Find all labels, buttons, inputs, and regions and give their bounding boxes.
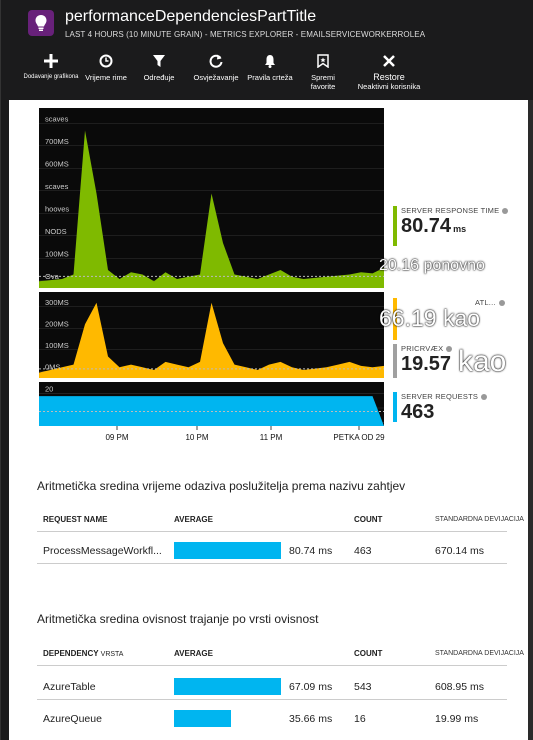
metrics-chart[interactable]: scaves 700MS 600MS scaves hooves NODS 100MS Ova…	[9, 100, 528, 727]
section-title-dependencies: Aritmetička sredina ovisnost trajanje po…	[37, 612, 319, 626]
cell-average: 67.09 ms	[289, 681, 333, 693]
cell-stddev: 670.14 ms	[435, 545, 485, 557]
table-row[interactable]: ProcessMessageWorkfl... 80.74 ms 463 670…	[37, 536, 507, 564]
cell-average: 80.74 ms	[289, 545, 333, 557]
metric-server-response-time[interactable]: SERVER RESPONSE TIME 80.74 ms	[393, 206, 523, 246]
cell-count: 16	[354, 713, 366, 725]
cell-average: 35.66 ms	[289, 713, 333, 725]
blade-header: performanceDependenciesPartTitle LAST 4 …	[1, 0, 533, 104]
metrics-blade: performanceDependenciesPartTitle LAST 4 …	[0, 0, 533, 740]
average-bar	[174, 542, 281, 559]
info-icon	[481, 394, 488, 401]
scrollbar[interactable]	[528, 100, 533, 740]
col-stddev[interactable]: STANDARDNA DEVIJACIJA	[435, 650, 524, 657]
x-tick-label: PETKA OD 29	[333, 433, 385, 442]
col-stddev[interactable]: STANDARDNA DEVIJACIJA	[435, 516, 524, 523]
col-request-name[interactable]: REQUEST NAME	[43, 515, 107, 524]
info-icon	[498, 300, 505, 307]
col-average[interactable]: AVERAGE	[174, 649, 213, 658]
cell-name: AzureTable	[43, 681, 96, 693]
col-count[interactable]: COUNT	[354, 515, 382, 524]
clock-icon	[99, 52, 113, 70]
col-average[interactable]: AVERAGE	[174, 515, 213, 524]
y-tick-label: scaves	[45, 114, 69, 123]
cell-name: AzureQueue	[43, 713, 102, 725]
cell-count: 463	[354, 545, 372, 557]
filter-button[interactable]: Određuje	[138, 52, 180, 82]
info-icon	[446, 346, 453, 353]
page-title: performanceDependenciesPartTitle	[65, 8, 317, 25]
y-tick-label: hooves	[45, 204, 69, 213]
metric-server-requests[interactable]: SERVER REQUESTS 463	[393, 392, 523, 426]
table-row[interactable]: AzureQueue 35.66 ms 16 19.99 ms	[37, 704, 507, 732]
table-row[interactable]: AzureTable 67.09 ms 543 608.95 ms	[37, 672, 507, 700]
bookmark-icon	[317, 52, 329, 70]
cell-stddev: 608.95 ms	[435, 681, 485, 693]
x-tick-label: 10 PM	[185, 433, 208, 442]
plus-icon	[44, 52, 58, 70]
col-count[interactable]: COUNT	[354, 649, 382, 658]
y-tick-label: 20	[45, 384, 53, 393]
y-tick-label: NODS	[45, 227, 67, 236]
cell-count: 543	[354, 681, 372, 693]
y-tick-label: 300MS	[45, 298, 69, 307]
refresh-icon	[209, 52, 223, 70]
y-tick-label: 100MS	[45, 249, 69, 258]
metric-name: SERVER REQUESTS	[401, 392, 479, 401]
y-tick-label: 200MS	[45, 319, 69, 328]
filter-icon	[152, 52, 166, 70]
metric-name: SERVER RESPONSE TIME	[401, 206, 500, 215]
y-tick-label: 700MS	[45, 137, 69, 146]
metric-color-bar	[393, 344, 397, 378]
overlay-text-1: 20.16 ponovno	[379, 257, 485, 274]
time-range-button[interactable]: Vrijeme rime	[81, 52, 131, 82]
metric-value: 80.74	[401, 215, 452, 237]
page-subtitle: LAST 4 HOURS (10 MINUTE GRAIN) - METRICS…	[65, 30, 426, 39]
overlay-text-2: 66.19 kao	[379, 305, 481, 331]
close-icon	[383, 52, 395, 70]
restore-button[interactable]: Restore Neaktivni korisnika	[353, 52, 425, 91]
metric-value: 19.57	[401, 353, 452, 375]
cell-name: ProcessMessageWorkfl...	[43, 545, 162, 557]
add-chart-button[interactable]: Dodavanje grafikona	[23, 52, 79, 82]
x-tick-label: 11 PM	[260, 433, 283, 442]
table-header: DEPENDENCY VRSTA AVERAGE COUNT STANDARDN…	[37, 640, 524, 666]
col-dependency[interactable]: DEPENDENCY VRSTA	[43, 649, 123, 658]
metric-color-bar	[393, 392, 397, 422]
overlay-text-3: kao	[458, 345, 507, 378]
metric-name: PRICRVÆX	[401, 344, 444, 353]
y-tick-label: 100MS	[45, 341, 69, 350]
save-favorite-button[interactable]: Spremi favorite	[302, 52, 344, 91]
bell-icon	[263, 52, 277, 70]
lightbulb-icon	[28, 10, 54, 36]
y-tick-label: 600MS	[45, 159, 69, 168]
table-header: REQUEST NAME AVERAGE COUNT STANDARDNA DE…	[37, 506, 524, 532]
metric-unit: ms	[453, 224, 467, 234]
average-bar	[174, 710, 231, 727]
average-bar	[174, 678, 281, 695]
metric-value: 463	[401, 401, 435, 423]
x-tick-label: 09 PM	[105, 433, 128, 442]
refresh-button[interactable]: Osvježavanje	[191, 52, 241, 82]
y-tick-label: scaves	[45, 182, 69, 191]
info-icon	[502, 208, 509, 215]
metric-color-bar	[393, 206, 397, 246]
alert-rules-button[interactable]: Pravila crteža	[245, 52, 295, 82]
content-panel: scaves 700MS 600MS scaves hooves NODS 100MS Ova…	[9, 100, 528, 740]
cell-stddev: 19.99 ms	[435, 713, 479, 725]
section-title-requests: Aritmetička sredina vrijeme odaziva posl…	[37, 479, 406, 493]
